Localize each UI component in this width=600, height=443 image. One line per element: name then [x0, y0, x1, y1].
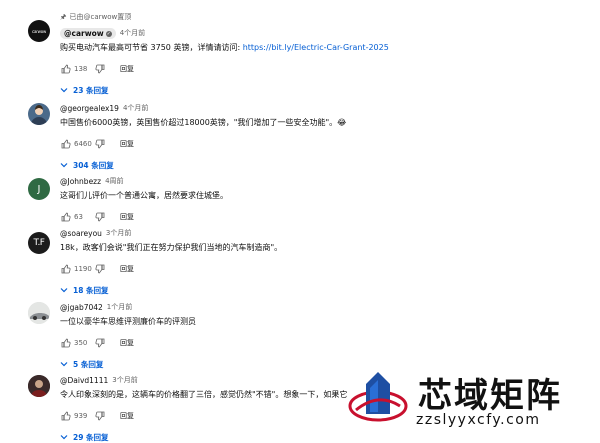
author-name[interactable]: @soareyou — [60, 228, 102, 239]
like-count: 939 — [74, 412, 88, 420]
comment-link[interactable]: https://bit.ly/Electric-Car-Grant-2025 — [243, 43, 389, 52]
comment-actions: 138 回复 — [60, 63, 592, 75]
comment-text: 中国售价6000英镑，英国售价超过18000英镑，"我们增加了一些安全功能"。😂 — [60, 118, 347, 127]
chevron-down-icon — [60, 88, 68, 93]
like-count: 63 — [74, 213, 83, 221]
timestamp[interactable]: 4个月前 — [120, 28, 145, 39]
watermark-url: zzslyyxcfy.com — [416, 412, 541, 428]
verified-check-icon: ✓ — [105, 30, 112, 37]
thumbs-down-icon[interactable] — [94, 138, 106, 150]
like-count: 350 — [74, 339, 88, 347]
avatar-image — [28, 375, 50, 397]
thumbs-up-icon[interactable] — [60, 410, 72, 422]
comment-text: 18k，政客们会说"我们正在努力保护我们当地的汽车制造商"。 — [60, 243, 283, 252]
chevron-down-icon — [60, 362, 68, 367]
thumbs-down-icon[interactable] — [94, 211, 106, 223]
reply-button[interactable]: 回复 — [120, 212, 134, 222]
thumbs-down-icon[interactable] — [94, 337, 106, 349]
thumbs-up-icon[interactable] — [60, 211, 72, 223]
comment-text: 一位以豪华车思维评测廉价车的评测员 — [60, 317, 196, 326]
avatar-image — [31, 105, 47, 125]
avatar[interactable]: T.F — [28, 232, 50, 254]
view-replies-button[interactable]: 18 条回复 — [60, 284, 592, 296]
avatar[interactable] — [28, 103, 50, 125]
watermark-logo-icon — [348, 372, 408, 422]
timestamp[interactable]: 4个月前 — [123, 103, 148, 114]
reply-button[interactable]: 回复 — [120, 139, 134, 149]
reply-button[interactable]: 回复 — [120, 64, 134, 74]
thumbs-down-icon[interactable] — [94, 263, 106, 275]
chevron-down-icon — [60, 288, 68, 293]
comment-text: 购买电动汽车最高可节省 3750 英镑，详情请访问: https://bit.l… — [60, 42, 592, 54]
reply-button[interactable]: 回复 — [120, 338, 134, 348]
replies-count: 23 条回复 — [73, 85, 109, 95]
replies-count: 18 条回复 — [73, 285, 109, 295]
replies-count: 304 条回复 — [73, 160, 114, 170]
reply-button[interactable]: 回复 — [120, 411, 134, 421]
view-replies-button[interactable]: 304 条回复 — [60, 159, 592, 171]
timestamp[interactable]: 4周前 — [105, 176, 123, 187]
chevron-down-icon — [60, 435, 68, 440]
replies-count: 29 条回复 — [73, 432, 109, 442]
thumbs-up-icon[interactable] — [60, 337, 72, 349]
author-name[interactable]: @jgab7042 — [60, 302, 103, 313]
avatar[interactable]: carwow — [28, 20, 50, 42]
author-name[interactable]: @georgealex19 — [60, 103, 119, 114]
author-name[interactable]: @Daivd1111 — [60, 375, 108, 386]
avatar[interactable]: J — [28, 178, 50, 200]
comment-actions: 350 回复 — [60, 337, 592, 349]
comment-actions: 6460 回复 — [60, 138, 592, 150]
thumbs-up-icon[interactable] — [60, 263, 72, 275]
thumbs-down-icon[interactable] — [94, 63, 106, 75]
thumbs-down-icon[interactable] — [94, 410, 106, 422]
avatar[interactable] — [28, 302, 50, 324]
author-chip[interactable]: @carwow ✓ — [60, 28, 116, 39]
like-count: 6460 — [74, 140, 92, 148]
comment-text: 这哥们儿评价一个普通公寓，居然要求住城堡。 — [60, 191, 228, 200]
avatar-text: J — [37, 183, 41, 195]
reply-button[interactable]: 回复 — [120, 264, 134, 274]
pinned-text: 已由@carwow置顶 — [69, 13, 132, 21]
pinned-label: 🖈 已由@carwow置顶 — [60, 12, 592, 22]
watermark-title: 芯域矩阵 — [418, 376, 562, 416]
author-name: @carwow — [64, 29, 104, 38]
thumbs-up-icon[interactable] — [60, 63, 72, 75]
view-replies-button[interactable]: 23 条回复 — [60, 84, 592, 96]
pin-icon: 🖈 — [60, 13, 67, 21]
comment-actions: 63 回复 — [60, 211, 592, 223]
avatar-image — [28, 302, 50, 324]
like-count: 138 — [74, 65, 88, 73]
comment-actions: 1190 回复 — [60, 263, 592, 275]
avatar-text: carwow — [31, 28, 47, 34]
like-count: 1190 — [74, 265, 92, 273]
timestamp[interactable]: 3个月前 — [106, 228, 131, 239]
thumbs-up-icon[interactable] — [60, 138, 72, 150]
watermark: 芯域矩阵 zzslyyxcfy.com — [348, 362, 588, 442]
avatar[interactable] — [28, 375, 50, 397]
comment-body: 购买电动汽车最高可节省 3750 英镑，详情请访问: — [60, 43, 243, 52]
chevron-down-icon — [60, 163, 68, 168]
timestamp[interactable]: 1个月前 — [107, 302, 132, 313]
avatar-text: T.F — [33, 238, 45, 248]
replies-count: 5 条回复 — [73, 359, 104, 369]
author-name[interactable]: @Johnbezz — [60, 176, 101, 187]
timestamp[interactable]: 3个月前 — [112, 375, 137, 386]
